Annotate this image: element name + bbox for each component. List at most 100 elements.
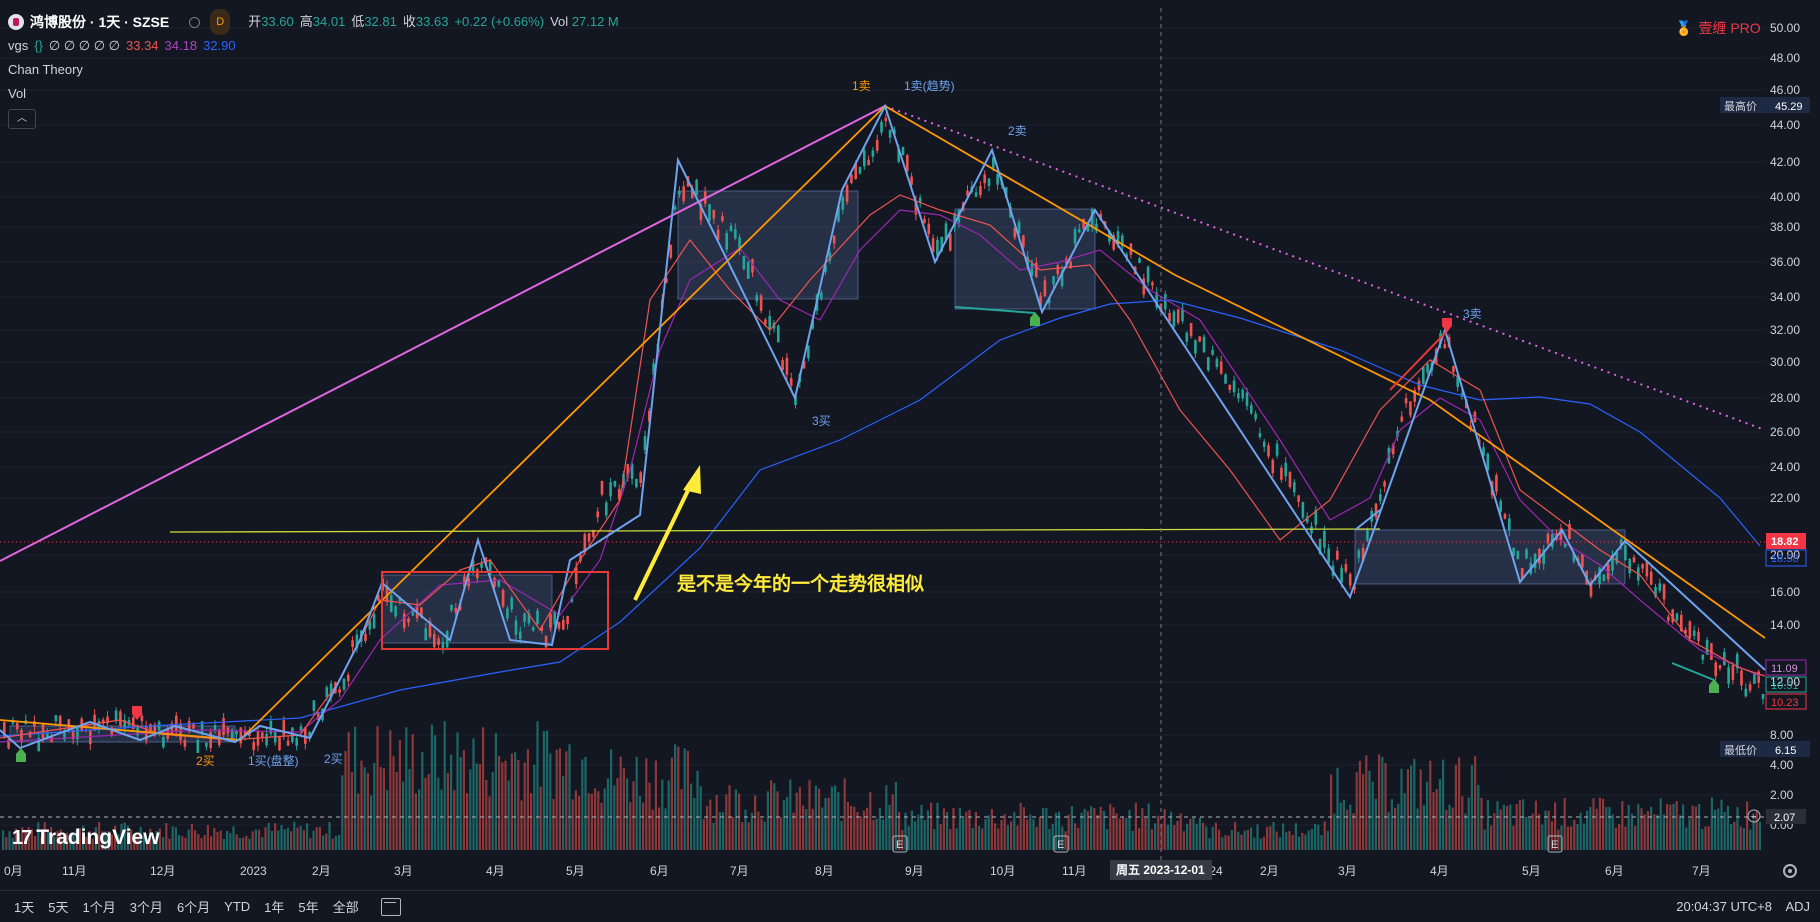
candle <box>235 731 238 735</box>
timeframe-6m[interactable]: 6个月 <box>177 897 210 916</box>
tradingview-logo: 17 TradingView <box>12 826 160 849</box>
volume-bar <box>949 829 952 850</box>
volume-bar <box>1298 836 1301 850</box>
price-tick: 2.00 <box>1770 788 1794 802</box>
time-tick: 2月 <box>312 864 331 878</box>
candle <box>480 563 483 568</box>
timeframe-5d[interactable]: 5天 <box>48 897 68 916</box>
candle <box>1138 258 1141 264</box>
null-values: ∅ ∅ ∅ ∅ ∅ <box>48 38 120 53</box>
volume-bar <box>1598 797 1601 850</box>
timeframe-3m[interactable]: 3个月 <box>130 897 163 916</box>
symbol-title[interactable]: 鸿博股份 · 1天 · SZSE <box>30 10 169 34</box>
volume-bar <box>744 809 747 850</box>
candle <box>213 725 217 730</box>
volume-bar <box>200 838 203 850</box>
volume-bar <box>1045 808 1048 850</box>
candle <box>1280 467 1283 480</box>
indicator-chan[interactable]: Chan Theory <box>8 58 619 82</box>
volume-bar <box>264 827 267 850</box>
candle <box>265 733 268 746</box>
annotation-text[interactable]: 是不是今年的一个走势很相似 <box>677 572 924 595</box>
timeframe-1y[interactable]: 1年 <box>264 897 284 916</box>
candle <box>841 197 845 210</box>
volume-bar <box>370 795 373 850</box>
volume-bar <box>1445 809 1448 850</box>
candle <box>1692 630 1696 636</box>
candle <box>708 204 711 221</box>
volume-bar <box>1707 826 1710 850</box>
candle <box>1357 550 1361 558</box>
adj-toggle[interactable]: ADJ <box>1785 899 1810 914</box>
price-tick: 4.00 <box>1770 758 1794 772</box>
volume-bar <box>936 802 939 850</box>
volume-bar <box>549 753 552 850</box>
volume-bar <box>933 829 936 850</box>
volume-bar <box>1406 769 1409 850</box>
candle <box>746 261 750 279</box>
candle <box>1409 401 1412 416</box>
timeframe-1m[interactable]: 1个月 <box>82 897 115 916</box>
volume-bar <box>1144 817 1147 850</box>
clock[interactable]: 20:04:37 UTC+8 <box>1676 899 1772 914</box>
candle <box>1340 567 1343 583</box>
time-tick: 9月 <box>905 864 924 878</box>
volume-bar <box>619 756 622 850</box>
calendar-icon[interactable] <box>380 897 401 916</box>
volume-bar <box>1310 828 1313 850</box>
volume-bar <box>392 756 395 850</box>
volume-bar <box>491 771 494 850</box>
volume-bar <box>187 829 190 850</box>
candle <box>906 155 909 172</box>
current-price: 18.82 <box>1771 536 1799 548</box>
timeframe-5y[interactable]: 5年 <box>298 897 318 916</box>
candle <box>1271 459 1275 473</box>
candle <box>1336 550 1339 560</box>
volume-bar <box>331 838 334 850</box>
time-tick: 11月 <box>1062 864 1086 878</box>
volume-bar <box>613 785 616 850</box>
volume-bar <box>427 774 430 850</box>
volume-bar <box>306 823 309 850</box>
volume-bar <box>923 820 926 850</box>
volume-bar <box>1330 774 1333 850</box>
timeframe-1d[interactable]: 1天 <box>14 897 34 916</box>
volume-bar <box>1378 754 1381 850</box>
volume-bar <box>1442 759 1445 850</box>
volume-bar <box>254 829 257 850</box>
volume-bar <box>699 786 702 850</box>
volume-bar <box>638 795 641 850</box>
volume-bar <box>1451 807 1454 850</box>
timeframe-all[interactable]: 全部 <box>333 897 359 916</box>
settings-gear-icon[interactable] <box>1783 864 1797 878</box>
volume-bar <box>1115 813 1118 850</box>
volume-bar <box>1720 799 1723 850</box>
volume-bar <box>814 785 817 850</box>
chevron-up-icon[interactable]: ︿ <box>8 109 36 129</box>
candle <box>1727 667 1730 684</box>
volume-bar <box>875 818 878 850</box>
candle <box>820 292 823 300</box>
volume-bar <box>517 759 520 850</box>
volume-bar <box>987 815 990 850</box>
indicator-vol[interactable]: Vol <box>8 82 619 106</box>
time-axis[interactable]: 0月11月12月20232月3月4月5月6月7月8月9月10月11月20242月… <box>4 864 1711 878</box>
candle <box>536 610 539 624</box>
volume-bar <box>837 792 840 850</box>
pro-badge[interactable]: 🏅 壹缠 PRO <box>1675 18 1761 38</box>
volume-bar <box>350 772 353 850</box>
timeframe-ytd[interactable]: YTD <box>224 899 250 914</box>
volume-bar <box>408 768 411 850</box>
volume-bar <box>1464 813 1467 850</box>
candle <box>1310 526 1313 534</box>
volume-bar <box>1090 806 1093 850</box>
price-axis[interactable]: 50.00 48.00 46.00 44.00 42.00 40.00 38.00 36.00… <box>1770 21 1800 832</box>
candle <box>1667 616 1670 621</box>
volume-bar <box>466 793 469 850</box>
volume-bar <box>1032 819 1035 850</box>
indicator-vgs[interactable]: vgs {} ∅ ∅ ∅ ∅ ∅ 33.34 34.18 32.90 <box>8 34 619 58</box>
volume-bar <box>1710 797 1713 850</box>
volume-bar <box>834 785 837 850</box>
chart-canvas[interactable]: 是不是今年的一个走势很相似 1卖 1卖(趋势) 2卖 3卖 3买 2买 1买(盘… <box>0 0 1820 921</box>
candle <box>1662 584 1666 600</box>
